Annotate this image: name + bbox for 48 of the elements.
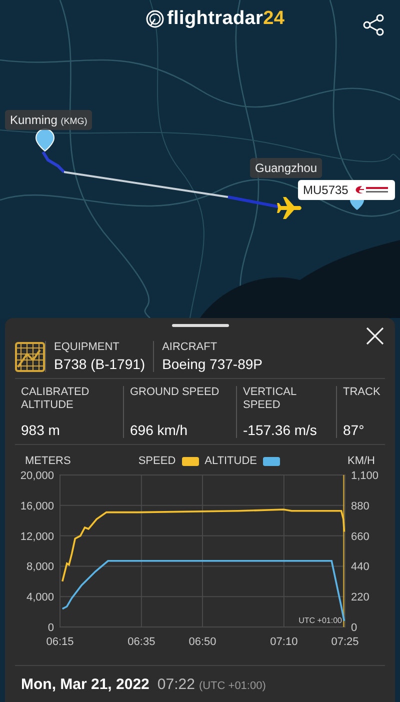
location-pin-icon: [36, 128, 54, 152]
aircraft-chart-icon: [15, 342, 45, 372]
tick-label: 16,000: [20, 500, 54, 512]
date-text: Mon, Mar 21, 2022: [21, 676, 150, 693]
tick-label: 880: [351, 500, 370, 512]
stat-value: 696 km/h: [130, 422, 189, 438]
legend-label: SPEED: [138, 455, 176, 468]
airport-label: Guangzhou: [250, 158, 322, 178]
legend-label: ALTITUDE: [204, 455, 257, 468]
stat-label: VERTICAL SPEED: [243, 386, 298, 412]
stat-value: 87°: [343, 422, 366, 438]
tick-label: 0: [351, 622, 358, 634]
airplane-icon: [277, 197, 302, 219]
stat-label: CALIBRATED ALTITUDE: [21, 386, 90, 412]
airport-label: Kunming (KMG): [5, 110, 92, 130]
tick-label: 12,000: [20, 530, 54, 543]
tick-label: 8,000: [26, 561, 54, 574]
tick-label: 4,000: [26, 592, 54, 604]
share-icon[interactable]: [363, 14, 385, 36]
tick-label: 06:35: [128, 636, 156, 648]
stat-value: -157.36 m/s: [243, 422, 318, 438]
axis-unit: KM/H: [348, 455, 375, 468]
field-label: EQUIPMENT: [54, 341, 120, 354]
tick-label: 660: [351, 530, 370, 543]
timezone-text: (UTC +01:00): [198, 680, 266, 692]
field-value: Boeing 737-89P: [162, 356, 262, 372]
airline-logo-icon: [354, 185, 390, 195]
radar-logo-icon: [146, 10, 164, 28]
field-value: B738 (B-1791): [54, 356, 146, 372]
axis-unit: METERS: [25, 455, 71, 468]
close-icon[interactable]: [365, 326, 385, 346]
tick-label: 1,100: [351, 470, 379, 482]
tick-label: 20,000: [20, 470, 54, 482]
tick-label: 06:50: [188, 636, 216, 648]
tick-label: 07:10: [270, 636, 298, 648]
time-text: 07:22: [157, 676, 195, 693]
stat-label: GROUND SPEED: [130, 386, 220, 399]
flight-callout[interactable]: MU5735: [298, 180, 396, 200]
tick-label: 07:25: [331, 636, 359, 648]
field-label: AIRCRAFT: [162, 341, 218, 354]
stat-value: 983 m: [21, 422, 61, 438]
drag-handle[interactable]: [172, 324, 228, 327]
tick-label: 440: [351, 561, 370, 574]
app-logo: flightradar24: [167, 8, 285, 30]
tick-label: 220: [351, 592, 370, 604]
stat-label: TRACK: [343, 386, 380, 399]
tick-label: 06:15: [46, 636, 74, 648]
tick-label: 0: [48, 622, 54, 634]
